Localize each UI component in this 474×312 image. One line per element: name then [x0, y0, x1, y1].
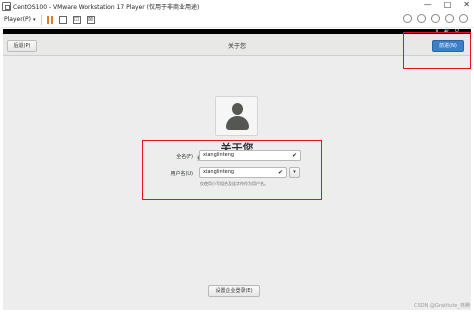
- pause-icon[interactable]: [46, 15, 53, 24]
- network-adapter-icon[interactable]: [417, 14, 426, 23]
- send-ctrl-alt-del-icon[interactable]: [58, 15, 67, 24]
- vmware-logo-icon: [2, 1, 11, 11]
- user-icon-body: [226, 116, 249, 130]
- watermark: CSDN @Gratitute_林腾: [414, 303, 470, 309]
- annotation-box-next: [403, 32, 471, 69]
- sound-card-icon[interactable]: [445, 14, 454, 23]
- settings-icon[interactable]: [459, 14, 468, 23]
- player-menu-label: Player(P): [4, 16, 31, 23]
- user-icon: [232, 103, 243, 115]
- device-icons: [403, 14, 468, 23]
- chevron-down-icon: ▾: [32, 16, 36, 23]
- window-controls: — □ ✕: [424, 0, 470, 9]
- setup-headerbar: 后退(P) 关于您 前进(N): [3, 34, 471, 56]
- minimize-button[interactable]: —: [424, 0, 432, 9]
- cd-drive-icon[interactable]: [403, 14, 412, 23]
- avatar-button[interactable]: [215, 96, 258, 136]
- close-button[interactable]: ✕: [463, 0, 470, 9]
- maximize-button[interactable]: □: [444, 0, 452, 9]
- enterprise-login-button[interactable]: 设置企业登录(E): [208, 285, 260, 297]
- usb-device-icon[interactable]: [431, 14, 440, 23]
- fit-guest-icon[interactable]: ⊡: [72, 15, 81, 24]
- page-title: 关于您: [227, 43, 246, 50]
- toolbar-divider: [40, 14, 42, 25]
- vmware-titlebar: CentOS100 - VMware Workstation 17 Player…: [0, 0, 474, 12]
- vmware-toolbar: Player(P) ▾ ⊡ ⊠: [0, 12, 474, 28]
- player-menu-button[interactable]: Player(P) ▾: [4, 16, 36, 23]
- window-title: CentOS100 - VMware Workstation 17 Player…: [13, 3, 200, 11]
- annotation-box-form: [142, 140, 322, 200]
- unity-mode-icon[interactable]: ⊠: [86, 15, 95, 24]
